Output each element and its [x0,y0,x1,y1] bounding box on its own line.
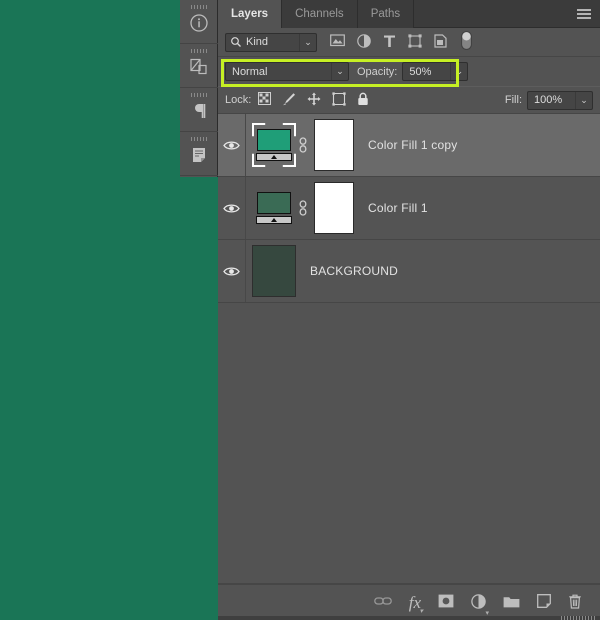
blend-mode-select[interactable]: Normal ⌄ [225,62,349,81]
trash-icon [569,594,581,609]
fill-value: 100% [534,94,563,106]
opacity-input[interactable]: 50% ⌄ [402,62,469,81]
layer-mask-thumbnail[interactable] [314,119,354,171]
panel-grip [191,5,207,9]
eye-icon [223,203,240,213]
layer-name[interactable]: BACKGROUND [310,264,398,278]
eye-icon [223,140,240,150]
scrollbar-grip[interactable] [561,616,597,620]
add-layer-mask-button[interactable] [438,594,454,611]
sidebar-item-layer-comps[interactable] [180,44,218,88]
layer-thumbnails [246,245,296,297]
search-icon [230,36,242,48]
layer-thumbnails [246,182,354,234]
eye-icon [223,266,240,276]
blend-mode-value: Normal [232,65,268,78]
sidebar-item-notes[interactable] [180,132,218,176]
panel-tab-bar: Layers Channels Paths [218,0,600,28]
filter-kind-label: Kind [246,36,269,48]
opacity-value: 50% [409,65,432,78]
layers-panel-bottom-bar: fx ▾ ▾ [218,584,600,620]
layer-list: Color Fill 1 copy Color Fill 1 BACKGROUN… [218,114,600,303]
chevron-down-icon[interactable]: ⌄ [331,63,348,80]
panel-grip [191,137,207,141]
mask-icon [438,594,454,608]
filter-kind-select[interactable]: Kind ⌄ [225,32,317,52]
adjustment-circle-icon[interactable] [357,33,371,51]
monitor-thumb-icon [256,129,292,161]
layers-panel: Layers Channels Paths Kind ⌄ Normal ⌄ Op… [218,0,600,620]
fill-input[interactable]: 100% ⌄ [527,90,593,110]
new-layer-button[interactable] [537,594,551,611]
notes-icon [189,145,209,170]
lock-icons-group [258,91,369,109]
new-adjustment-layer-button[interactable]: ▾ [471,593,489,617]
link-icon[interactable] [296,137,310,153]
tab-channels[interactable]: Channels [282,0,358,28]
adjustment-half-circle-icon [471,593,486,609]
table-row[interactable]: Color Fill 1 [218,177,600,240]
padlock-icon[interactable] [357,92,369,109]
sidebar-item-paragraph[interactable] [180,88,218,132]
lock-label: Lock: [225,94,252,106]
tab-paths[interactable]: Paths [357,0,415,28]
filter-type-icons [330,31,472,53]
chevron-down-icon[interactable]: ⌄ [575,91,592,109]
brush-icon[interactable] [282,92,296,109]
blend-opacity-row: Normal ⌄ Opacity: 50% ⌄ [218,57,600,86]
link-layers-button[interactable] [373,595,392,610]
sidebar-item-info[interactable] [180,0,218,44]
lock-row: Lock: Fill: 100% ⌄ [218,86,600,114]
collapsed-panel-dock [180,0,218,177]
panel-grip [191,49,207,53]
artboard-icon[interactable] [332,91,346,109]
chevron-down-icon[interactable]: ⌄ [450,63,467,80]
delete-layer-button[interactable] [568,594,582,612]
opacity-label: Opacity: [357,65,398,78]
layer-thumbnail[interactable] [252,245,296,297]
folder-icon [503,596,520,607]
info-icon [189,13,209,38]
image-icon[interactable] [330,34,345,50]
chevron-down-icon[interactable]: ⌄ [299,33,316,51]
new-layer-icon [537,594,551,608]
layer-name[interactable]: Color Fill 1 copy [368,138,457,152]
table-row[interactable]: BACKGROUND [218,240,600,303]
tab-layers[interactable]: Layers [218,0,283,28]
checkerboard-icon[interactable] [258,92,272,108]
layer-thumbnails [246,119,354,171]
link-icon [373,597,392,605]
horizontal-scrollbar[interactable] [218,616,600,620]
new-group-button[interactable] [503,595,520,611]
layer-thumbnail-selected[interactable] [252,123,296,167]
layer-name[interactable]: Color Fill 1 [368,201,428,215]
paragraph-icon [190,101,208,126]
pill-toggle-icon[interactable] [461,31,472,53]
shape-icon[interactable] [408,33,422,51]
move-arrows-icon[interactable] [307,92,321,109]
layer-visibility-toggle[interactable] [218,177,246,239]
fill-label: Fill: [504,94,522,106]
layer-mask-thumbnail[interactable] [314,182,354,234]
table-row[interactable]: Color Fill 1 copy [218,114,600,177]
layer-visibility-toggle[interactable] [218,240,246,302]
panel-grip [191,93,207,97]
hamburger-menu-icon[interactable] [577,9,591,19]
monitor-thumb-icon [256,192,292,224]
layer-visibility-toggle[interactable] [218,114,246,176]
tab-bar-filler [414,0,600,28]
smart-object-icon[interactable] [434,33,447,51]
layer-styles-button[interactable]: fx ▾ [409,594,423,615]
link-icon[interactable] [296,200,310,216]
text-T-icon[interactable] [383,34,396,51]
layer-comps-icon [188,57,210,82]
layer-thumbnail[interactable] [252,186,296,230]
layer-filter-row: Kind ⌄ [218,28,600,57]
chevron-down-icon[interactable]: ▾ [419,608,423,615]
